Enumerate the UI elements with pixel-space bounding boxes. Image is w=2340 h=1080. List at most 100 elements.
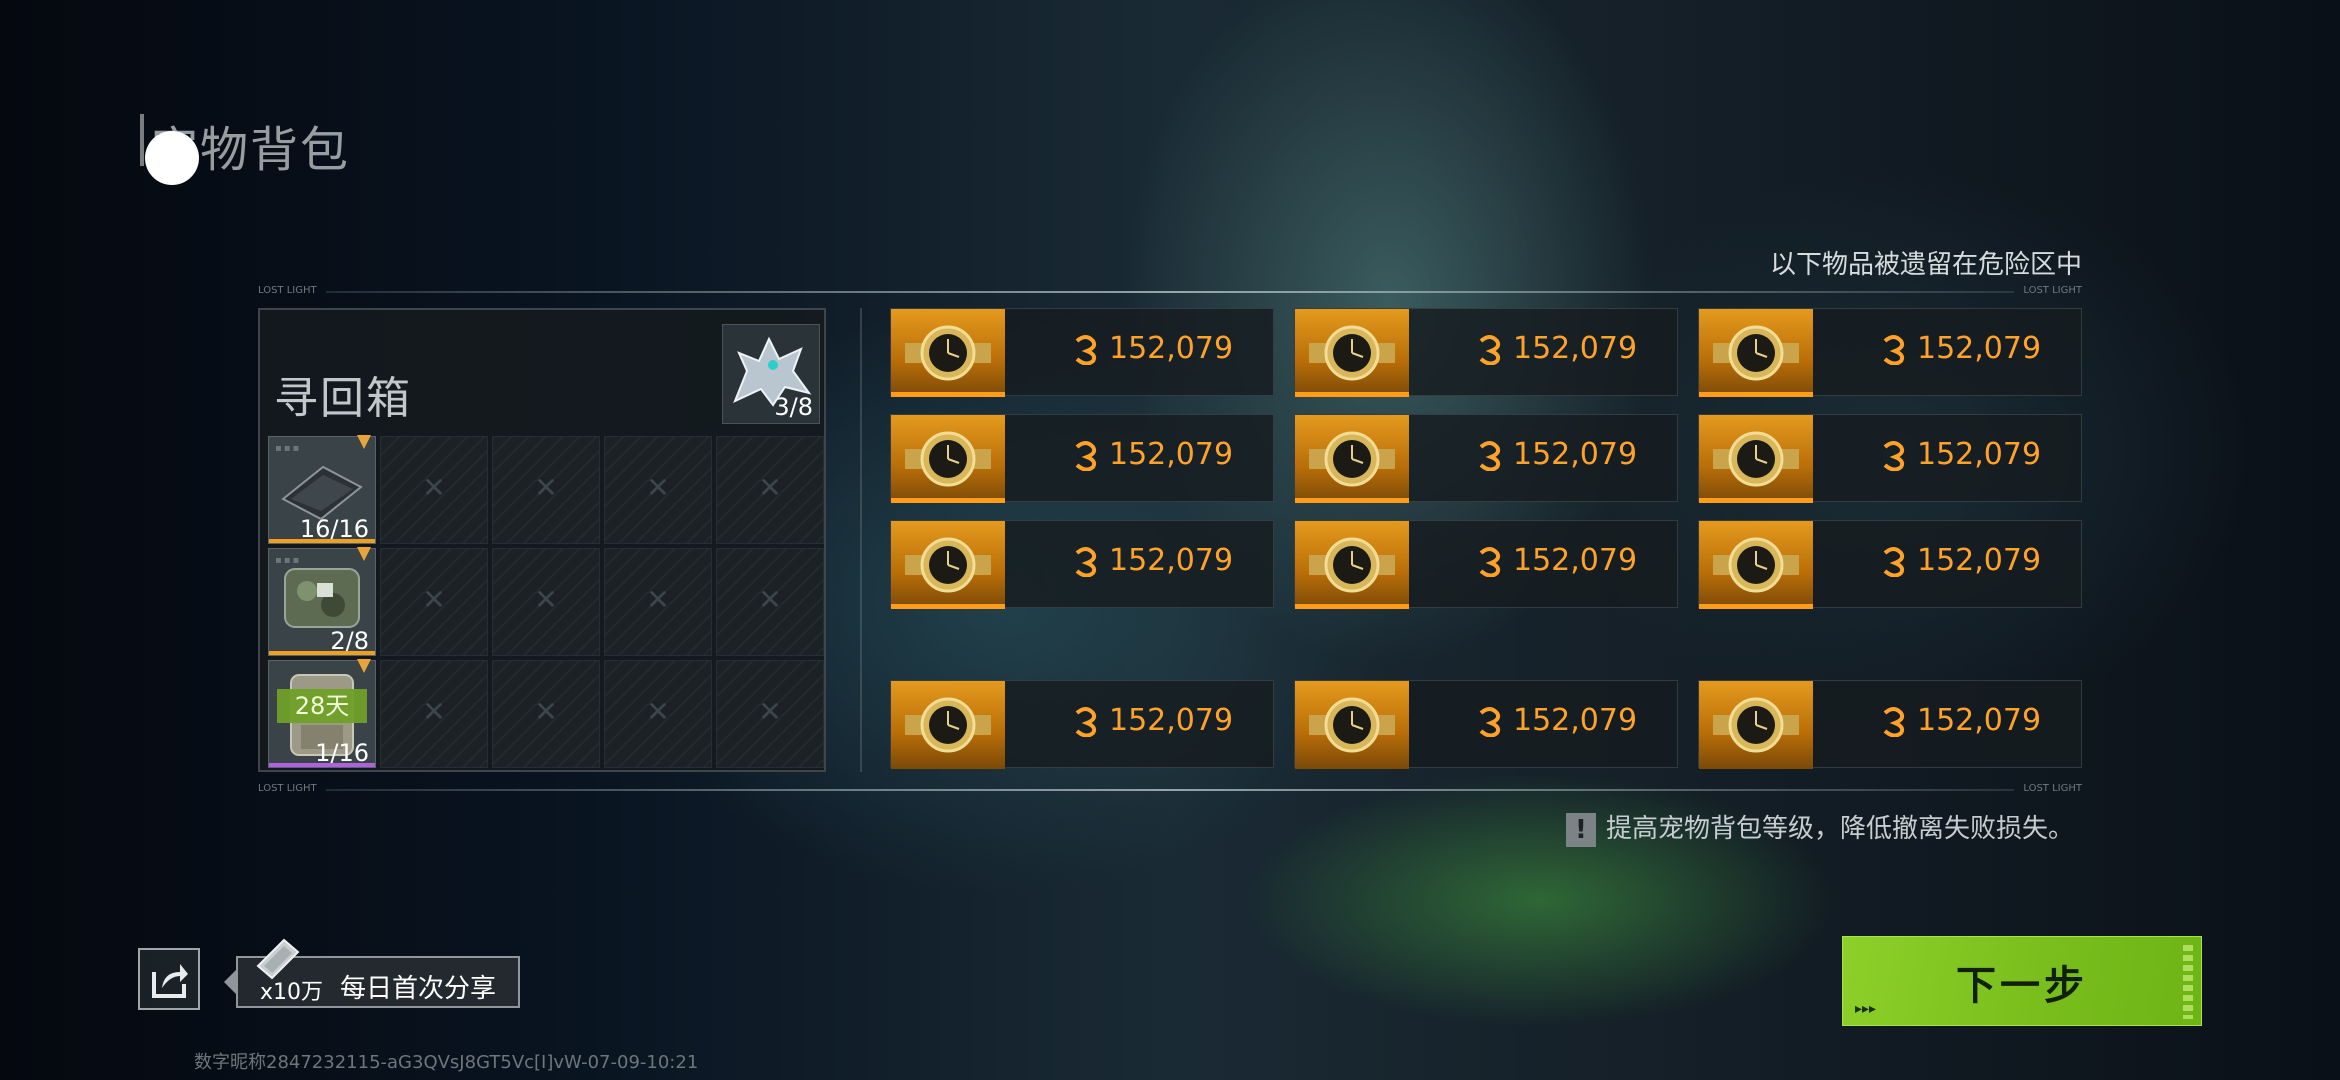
gold-watch-icon bbox=[1309, 431, 1395, 487]
button-stripe-decoration bbox=[2183, 945, 2193, 1019]
empty-slot[interactable]: ✕ bbox=[380, 436, 488, 544]
item-thumbnail bbox=[891, 681, 1005, 769]
lost-item-card[interactable]: 152,079 bbox=[1294, 520, 1678, 609]
empty-slot[interactable]: ✕ bbox=[492, 436, 600, 544]
frame-corner-label: LOST LIGHT bbox=[258, 285, 317, 296]
item-rarity-bar bbox=[891, 498, 1005, 503]
share-reward-amount: x10万 bbox=[260, 980, 324, 1005]
recovery-grid: ▪▪▪ 16/16 ✕ ✕ ✕ ✕ ▪▪▪ 2/8 ✕ ✕ ✕ ✕ 28天 1/… bbox=[268, 435, 824, 768]
lost-item-card[interactable]: 152,079 bbox=[1698, 308, 2082, 397]
item-value: 152,079 bbox=[1513, 543, 1638, 578]
lost-item-card[interactable]: 152,079 bbox=[890, 680, 1274, 769]
exclamation-icon: ! bbox=[1565, 812, 1596, 847]
lost-item-card[interactable]: 152,079 bbox=[890, 414, 1274, 503]
item-value: 152,079 bbox=[1917, 703, 2042, 738]
gold-watch-icon bbox=[1309, 537, 1395, 593]
recovery-item-pouch[interactable]: ▪▪▪ 16/16 bbox=[268, 435, 376, 544]
item-value: 152,079 bbox=[1917, 543, 2042, 578]
frame-corner-label: LOST LIGHT bbox=[258, 783, 317, 794]
title-accent-bar bbox=[140, 114, 144, 166]
item-rarity-bar bbox=[891, 392, 1005, 397]
empty-slot[interactable]: ✕ bbox=[604, 660, 712, 768]
item-rarity-bar bbox=[1699, 604, 1813, 609]
gold-watch-icon bbox=[1309, 325, 1395, 381]
recovery-item-backpack[interactable]: 28天 1/16 bbox=[268, 659, 376, 768]
item-value: 152,079 bbox=[1917, 437, 2042, 472]
item-value: 152,079 bbox=[1513, 703, 1638, 738]
empty-slot-mark: ✕ bbox=[646, 695, 670, 728]
recovery-item-camo-bag[interactable]: ▪▪▪ 2/8 bbox=[268, 547, 376, 656]
camo-bag-icon bbox=[284, 568, 360, 628]
user-watermark: 数字昵称2847232115-aG3QVsJ8GT5Vc[I]vW-07-09-… bbox=[194, 1052, 699, 1073]
item-thumbnail bbox=[891, 521, 1005, 609]
upgrade-tip-text: 提高宠物背包等级，降低撤离失败损失。 bbox=[1605, 814, 2074, 844]
lost-item-card[interactable]: 152,079 bbox=[1294, 308, 1678, 397]
item-thumbnail bbox=[1295, 681, 1409, 769]
item-thumbnail bbox=[891, 309, 1005, 397]
next-step-button[interactable]: 下一步 ▸▸▸ bbox=[1842, 936, 2202, 1026]
lost-item-card[interactable]: 152,079 bbox=[1698, 414, 2082, 503]
item-thumbnail bbox=[1699, 415, 1813, 503]
item-rarity-bar bbox=[891, 604, 1005, 609]
gold-watch-icon bbox=[1713, 697, 1799, 753]
empty-slot[interactable]: ✕ bbox=[380, 660, 488, 768]
item-value: 152,079 bbox=[1109, 331, 1234, 366]
item-rarity-bar bbox=[1295, 604, 1409, 609]
frame-bottom-line: LOST LIGHT LOST LIGHT bbox=[258, 780, 2082, 798]
arrow-decoration-icon: ▸▸▸ bbox=[1855, 1001, 1877, 1017]
share-icon bbox=[152, 964, 188, 998]
empty-slot-mark: ✕ bbox=[534, 695, 558, 728]
share-reward-label: 每日首次分享 bbox=[340, 974, 497, 1004]
upgrade-tip: ! 提高宠物背包等级，降低撤离失败损失。 bbox=[1565, 808, 2074, 847]
item-value: 152,079 bbox=[1513, 331, 1638, 366]
gold-watch-icon bbox=[1713, 325, 1799, 381]
empty-slot-mark: ✕ bbox=[422, 471, 446, 504]
empty-slot[interactable]: ✕ bbox=[716, 660, 824, 768]
item-thumbnail bbox=[1699, 309, 1813, 397]
empty-slot-mark: ✕ bbox=[758, 471, 782, 504]
empty-slot[interactable]: ✕ bbox=[604, 436, 712, 544]
share-button[interactable] bbox=[138, 948, 200, 1010]
pet-slot[interactable]: 3/8 bbox=[722, 324, 820, 424]
item-thumbnail bbox=[1295, 309, 1409, 397]
empty-slot-mark: ✕ bbox=[646, 583, 670, 616]
empty-slot-mark: ✕ bbox=[646, 471, 670, 504]
gold-watch-icon bbox=[905, 697, 991, 753]
item-value: 152,079 bbox=[1109, 703, 1234, 738]
empty-slot[interactable]: ✕ bbox=[716, 548, 824, 656]
days-remaining-badge: 28天 bbox=[277, 689, 367, 723]
empty-slot-mark: ✕ bbox=[758, 583, 782, 616]
empty-slot[interactable]: ✕ bbox=[492, 548, 600, 656]
back-button[interactable] bbox=[145, 131, 199, 185]
lost-item-card[interactable]: 152,079 bbox=[1698, 520, 2082, 609]
frame-corner-label: LOST LIGHT bbox=[2023, 783, 2082, 794]
frame-corner-label: LOST LIGHT bbox=[2023, 285, 2082, 296]
pet-slot-count: 3/8 bbox=[774, 393, 813, 421]
empty-slot-mark: ✕ bbox=[758, 695, 782, 728]
empty-slot-mark: ✕ bbox=[422, 695, 446, 728]
empty-slot[interactable]: ✕ bbox=[492, 660, 600, 768]
gold-watch-icon bbox=[1713, 537, 1799, 593]
gold-watch-icon bbox=[905, 537, 991, 593]
slot-rarity-bar bbox=[269, 651, 375, 655]
gold-watch-icon bbox=[1713, 431, 1799, 487]
next-step-label: 下一步 bbox=[1956, 963, 2088, 1009]
recovery-box-panel: 寻回箱 3/8 ▪▪▪ 16/16 ✕ ✕ ✕ ✕ ▪▪▪ 2/8 ✕ ✕ ✕ … bbox=[258, 308, 826, 772]
daily-share-reward[interactable]: x10万 每日首次分享 bbox=[224, 938, 520, 1008]
item-rarity-bar bbox=[1295, 498, 1409, 503]
empty-slot[interactable]: ✕ bbox=[604, 548, 712, 656]
lost-item-card[interactable]: 152,079 bbox=[890, 520, 1274, 609]
gold-watch-icon bbox=[905, 431, 991, 487]
recovery-box-title: 寻回箱 bbox=[274, 373, 412, 424]
lost-item-card[interactable]: 152,079 bbox=[890, 308, 1274, 397]
empty-slot[interactable]: ✕ bbox=[380, 548, 488, 656]
empty-slot-mark: ✕ bbox=[534, 471, 558, 504]
slot-rarity-bar bbox=[269, 763, 375, 767]
item-value: 152,079 bbox=[1109, 437, 1234, 472]
lost-item-card[interactable]: 152,079 bbox=[1698, 680, 2082, 769]
lost-item-card[interactable]: 152,079 bbox=[1294, 414, 1678, 503]
lost-item-card[interactable]: 152,079 bbox=[1294, 680, 1678, 769]
item-thumbnail bbox=[1295, 521, 1409, 609]
item-value: 152,079 bbox=[1513, 437, 1638, 472]
empty-slot[interactable]: ✕ bbox=[716, 436, 824, 544]
